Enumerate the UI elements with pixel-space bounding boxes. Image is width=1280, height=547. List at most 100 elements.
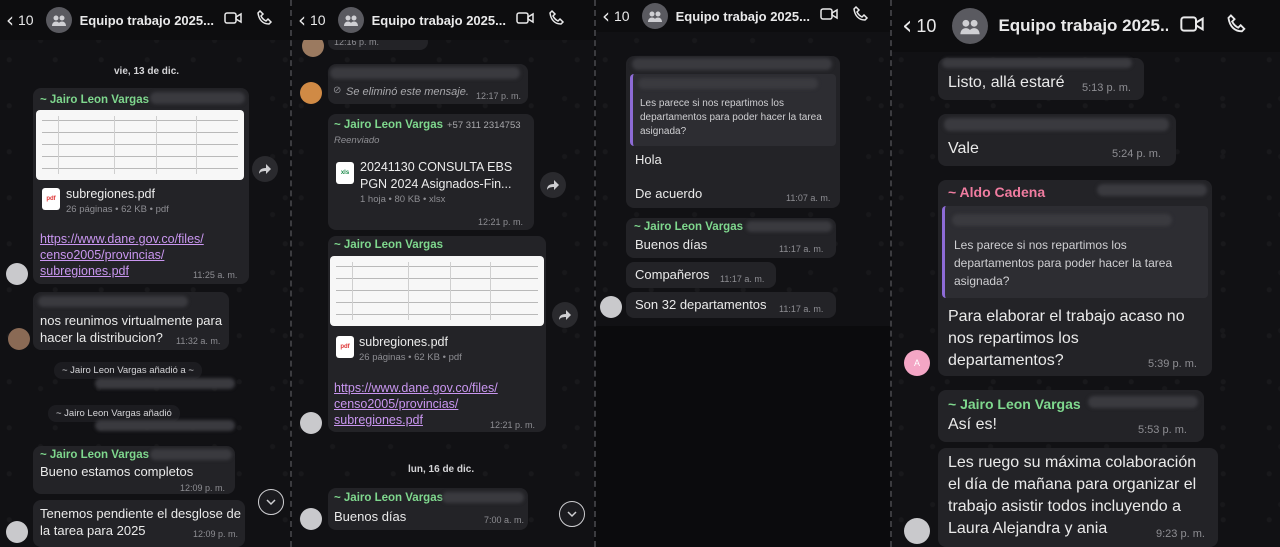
message-text: Compañeros (635, 267, 710, 282)
message-text-line: Laura Alejandra y ania (948, 520, 1108, 537)
chat-title[interactable]: Equipo trabajo 2025... (676, 9, 810, 24)
avatar[interactable] (8, 328, 30, 350)
chat-title[interactable]: Equipo trabajo 2025... (372, 13, 506, 28)
link-line-1[interactable]: https://www.dane.gov.co/files/ (334, 380, 498, 396)
phone-icon[interactable] (852, 5, 870, 28)
unread-count: 10 (614, 8, 630, 24)
redacted-quote-sender (952, 214, 1172, 226)
message-text-line: Tenemos pendiente el desglose de (40, 506, 241, 521)
unread-count: 10 (310, 12, 326, 28)
link-line-1[interactable]: https://www.dane.gov.co/files/ (40, 231, 204, 247)
message-time: 5:24 p. m. (1112, 148, 1161, 160)
group-avatar-icon[interactable] (952, 8, 989, 44)
avatar[interactable] (300, 82, 322, 104)
back-button[interactable]: ‹ 10 (902, 13, 936, 39)
quote-text-line: departamentos para poder hacer la tarea (954, 256, 1173, 270)
group-avatar-icon[interactable] (641, 3, 668, 29)
message-time: 11:17 a. m. (720, 274, 765, 284)
redacted-sender (944, 118, 1169, 131)
group-avatar-icon[interactable] (45, 7, 72, 33)
message-text: Bueno estamos completos (40, 464, 194, 479)
pdf-preview[interactable] (330, 256, 544, 326)
video-call-icon[interactable] (516, 9, 534, 32)
chat-header: ‹ 10 Equipo trabajo 2025... (892, 0, 1280, 52)
phone-icon[interactable] (256, 9, 274, 32)
redacted-phone (1088, 396, 1198, 408)
link-line-2[interactable]: censo2005/provincias/ (40, 247, 164, 263)
file-name-line[interactable]: PGN 2024 Asignados-Fin... (360, 177, 511, 191)
phone-icon[interactable] (548, 9, 566, 32)
message-time: 5:13 p. m. (1082, 82, 1131, 94)
sender-name[interactable]: ~ Jairo Leon Vargas (334, 239, 443, 251)
video-call-icon[interactable] (224, 9, 242, 32)
message-time: 9:23 p. m. (1156, 528, 1205, 540)
pdf-file-icon: pdf (336, 336, 354, 358)
forward-icon[interactable] (540, 172, 566, 198)
message-text: Son 32 departamentos (635, 297, 767, 312)
sender-name[interactable]: ~ Jairo Leon Vargas (334, 492, 443, 504)
sender-name[interactable]: ~ Jairo Leon Vargas (40, 449, 149, 461)
message-text-line: Hola (635, 152, 662, 167)
message-text-line: la tarea para 2025 (40, 523, 146, 538)
link-line-3[interactable]: subregiones.pdf (334, 412, 423, 428)
avatar[interactable] (300, 412, 322, 434)
forward-icon[interactable] (252, 156, 278, 182)
redacted-system (95, 378, 235, 389)
message-text-line: departamentos? (948, 352, 1064, 369)
link-line-3[interactable]: subregiones.pdf (40, 263, 129, 279)
scroll-down-icon[interactable] (258, 489, 284, 515)
redacted-phone (442, 492, 524, 503)
back-button[interactable]: ‹ 10 (6, 10, 34, 30)
sender-name[interactable]: ~ Jairo Leon Vargas (40, 94, 149, 106)
avatar[interactable] (6, 263, 28, 285)
scroll-down-icon[interactable] (559, 501, 585, 527)
message-text: Así es! (948, 416, 997, 433)
chat-panel-2[interactable]: ‹ 10 Equipo trabajo 2025... 12:16 p. m. … (292, 0, 594, 547)
sender-name[interactable]: ~ Jairo Leon Vargas (948, 396, 1081, 412)
forward-icon[interactable] (552, 302, 578, 328)
avatar[interactable] (300, 508, 322, 530)
back-button[interactable]: ‹ 10 (602, 6, 630, 26)
file-meta: 26 páginas • 62 KB • pdf (359, 352, 462, 363)
message-time: 11:17 a. m. (779, 304, 824, 314)
avatar[interactable] (904, 518, 930, 544)
message-text-line: nos repartimos los (948, 330, 1079, 347)
message-text: Listo, allá estaré (948, 74, 1065, 91)
file-meta: 26 páginas • 62 KB • pdf (66, 204, 169, 215)
message-text-line: el día de mañana para organizar el (948, 476, 1197, 493)
file-name-line[interactable]: 20241130 CONSULTA EBS (360, 160, 512, 174)
back-button[interactable]: ‹ 10 (298, 10, 326, 30)
chat-title[interactable]: Equipo trabajo 2025... (998, 16, 1168, 36)
pdf-preview[interactable] (36, 110, 244, 180)
chevron-left-icon: ‹ (902, 11, 913, 41)
link-line-2[interactable]: censo2005/provincias/ (334, 396, 458, 412)
message-time: 12:09 p. m. (193, 529, 239, 539)
quote-text-line: departamentos para poder hacer la tarea (640, 112, 822, 123)
avatar[interactable] (600, 296, 622, 318)
chat-title[interactable]: Equipo trabajo 2025... (80, 13, 214, 28)
message-time: 11:25 a. m. (193, 270, 238, 280)
chat-header: ‹ 10 Equipo trabajo 2025... (596, 0, 890, 32)
avatar[interactable] (6, 521, 28, 543)
message-text: Vale (948, 140, 979, 157)
message-time: 5:39 p. m. (1148, 358, 1197, 370)
sender-phone: +57 311 2314753 (447, 120, 521, 131)
chat-panel-1[interactable]: ‹ 10 Equipo trabajo 2025... vie, 13 de d… (0, 0, 290, 547)
redacted-sender (330, 67, 520, 79)
chat-panel-3[interactable]: ‹ 10 Equipo trabajo 2025... Les parece s… (596, 0, 890, 547)
message-time: 11:17 a. m. (779, 244, 824, 254)
redacted-quote-sender (638, 78, 818, 89)
sender-name[interactable]: ~ Aldo Cadena (948, 184, 1045, 200)
avatar[interactable]: A (904, 350, 930, 376)
group-avatar-icon[interactable] (337, 7, 364, 33)
redacted-sender (632, 58, 832, 70)
video-call-icon[interactable] (1180, 12, 1205, 41)
phone-icon[interactable] (1226, 13, 1248, 40)
file-name[interactable]: subregiones.pdf (66, 187, 155, 201)
video-call-icon[interactable] (820, 5, 838, 28)
sender-name[interactable]: ~ Jairo Leon Vargas (334, 119, 443, 131)
chat-panel-4[interactable]: ‹ 10 Equipo trabajo 2025... Listo, allá … (892, 0, 1280, 547)
file-name[interactable]: subregiones.pdf (359, 335, 448, 349)
sender-name[interactable]: ~ Jairo Leon Vargas (634, 221, 743, 233)
message-text-line: nos reunimos virtualmente para (40, 313, 223, 328)
